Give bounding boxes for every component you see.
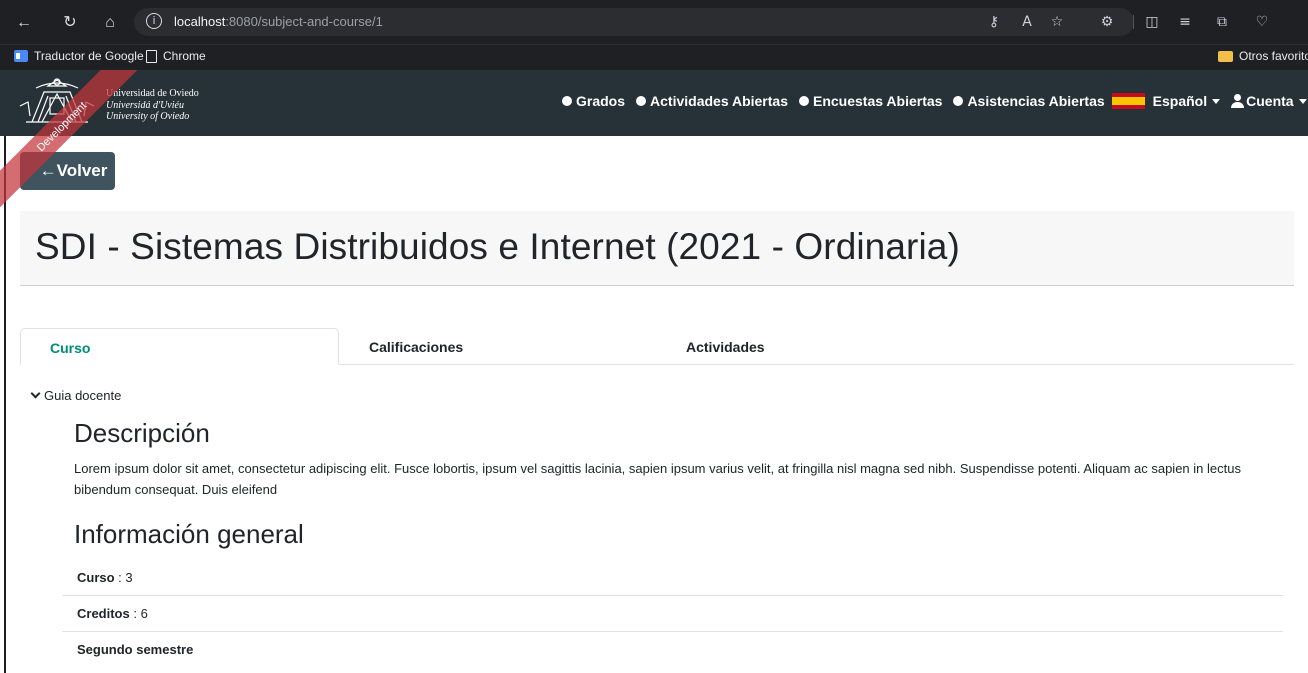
nav-asistencias-label: Asistencias Abiertas	[967, 93, 1105, 109]
left-edge-border	[4, 136, 6, 673]
nav-encuestas-abiertas[interactable]: Encuestas Abiertas	[799, 93, 942, 109]
bookmarks-bar: Traductor de Google Chrome Otros favorit…	[0, 44, 1308, 70]
info-separator: :	[129, 606, 141, 621]
url-path: :8080/subject-and-course/1	[225, 14, 383, 29]
info-row-curso: Curso : 3	[62, 560, 1283, 596]
account-dropdown[interactable]: Cuenta	[1231, 93, 1307, 109]
description-heading: Descripción	[74, 418, 210, 448]
bullet-icon	[636, 96, 647, 106]
url-text[interactable]: localhost:8080/subject-and-course/1	[174, 14, 383, 29]
university-name-es: Universidad de Oviedo	[106, 88, 199, 99]
back-arrow-icon[interactable]: ←	[14, 13, 34, 33]
university-crest-icon[interactable]	[18, 76, 96, 126]
site-info-icon[interactable]: i	[146, 13, 162, 29]
page-icon	[146, 49, 157, 63]
heart-icon[interactable]: ♡	[1253, 13, 1271, 31]
caret-down-icon	[1298, 98, 1307, 104]
nav-actividades-abiertas[interactable]: Actividades Abiertas	[636, 93, 788, 109]
toolbar-divider	[1133, 15, 1134, 29]
reload-icon[interactable]: ↻	[60, 13, 80, 33]
info-separator: :	[114, 570, 126, 585]
bookmark-chrome[interactable]: Chrome	[146, 49, 206, 63]
google-translate-icon	[14, 50, 28, 62]
university-name[interactable]: Universidad de Oviedo Universidá d'Uviéu…	[106, 88, 199, 123]
read-aloud-icon[interactable]: A	[1018, 13, 1036, 31]
bookmark-label: Otros favoritos	[1239, 49, 1308, 63]
guide-toggle[interactable]: Guia docente	[30, 388, 121, 403]
bullet-icon	[953, 96, 964, 106]
nav-encuestas-label: Encuestas Abiertas	[813, 93, 943, 109]
main-nav: Grados Actividades Abiertas Encuestas Ab…	[562, 93, 1308, 109]
bullet-icon	[799, 96, 809, 106]
tab-calificaciones[interactable]: Calificaciones	[369, 328, 463, 365]
tab-curso[interactable]: Curso	[20, 328, 339, 365]
tab-actividades[interactable]: Actividades	[686, 328, 765, 365]
back-button[interactable]: ←Volver	[20, 152, 115, 190]
account-label: Cuenta	[1246, 93, 1294, 109]
folder-icon	[1218, 50, 1233, 62]
chevron-down-icon	[30, 388, 41, 399]
info-value: 6	[140, 606, 148, 621]
info-row-creditos: Creditos : 6	[62, 595, 1283, 631]
general-info-heading: Información general	[74, 519, 304, 549]
split-screen-icon[interactable]: ◫	[1143, 13, 1161, 31]
info-label: Segundo semestre	[77, 642, 194, 657]
bookmark-label: Chrome	[163, 49, 206, 63]
bullet-icon	[562, 96, 572, 106]
bookmark-other-favorites[interactable]: Otros favoritos	[1218, 49, 1308, 63]
nav-asistencias-abiertas[interactable]: Asistencias Abiertas	[953, 93, 1105, 109]
info-row-semestre: Segundo semestre	[62, 631, 1283, 667]
page-title: SDI - Sistemas Distribuidos e Internet (…	[35, 226, 960, 267]
caret-down-icon	[1212, 98, 1221, 104]
nav-grados-label: Grados	[576, 93, 626, 109]
bookmark-label: Traductor de Google	[34, 49, 144, 63]
info-label: Curso	[77, 570, 115, 585]
description-text: Lorem ipsum dolor sit amet, consectetur …	[74, 461, 1241, 497]
info-label: Creditos	[77, 606, 130, 621]
extensions-icon[interactable]: ⚙	[1098, 13, 1116, 31]
collections-icon[interactable]: ⧉	[1213, 13, 1231, 31]
spain-flag-icon	[1111, 93, 1145, 109]
nav-grados[interactable]: Grados	[562, 93, 625, 109]
favorites-list-icon[interactable]: ≡	[1176, 13, 1194, 31]
guide-toggle-label: Guia docente	[44, 388, 122, 403]
user-icon	[1231, 94, 1245, 108]
university-name-en: University of Oviedo	[106, 111, 190, 122]
language-label: Español	[1152, 93, 1208, 109]
favorite-star-icon[interactable]: ☆	[1048, 13, 1066, 31]
language-dropdown[interactable]: Español	[1111, 93, 1221, 109]
bookmark-google-translate[interactable]: Traductor de Google	[14, 49, 144, 63]
university-name-ast: Universidá d'Uviéu	[106, 99, 184, 111]
key-icon[interactable]: ⚷	[985, 13, 1003, 31]
home-icon[interactable]: ⌂	[100, 13, 120, 33]
nav-actividades-label: Actividades Abiertas	[650, 93, 788, 109]
url-host: localhost	[174, 14, 226, 29]
info-value: 3	[125, 570, 133, 585]
